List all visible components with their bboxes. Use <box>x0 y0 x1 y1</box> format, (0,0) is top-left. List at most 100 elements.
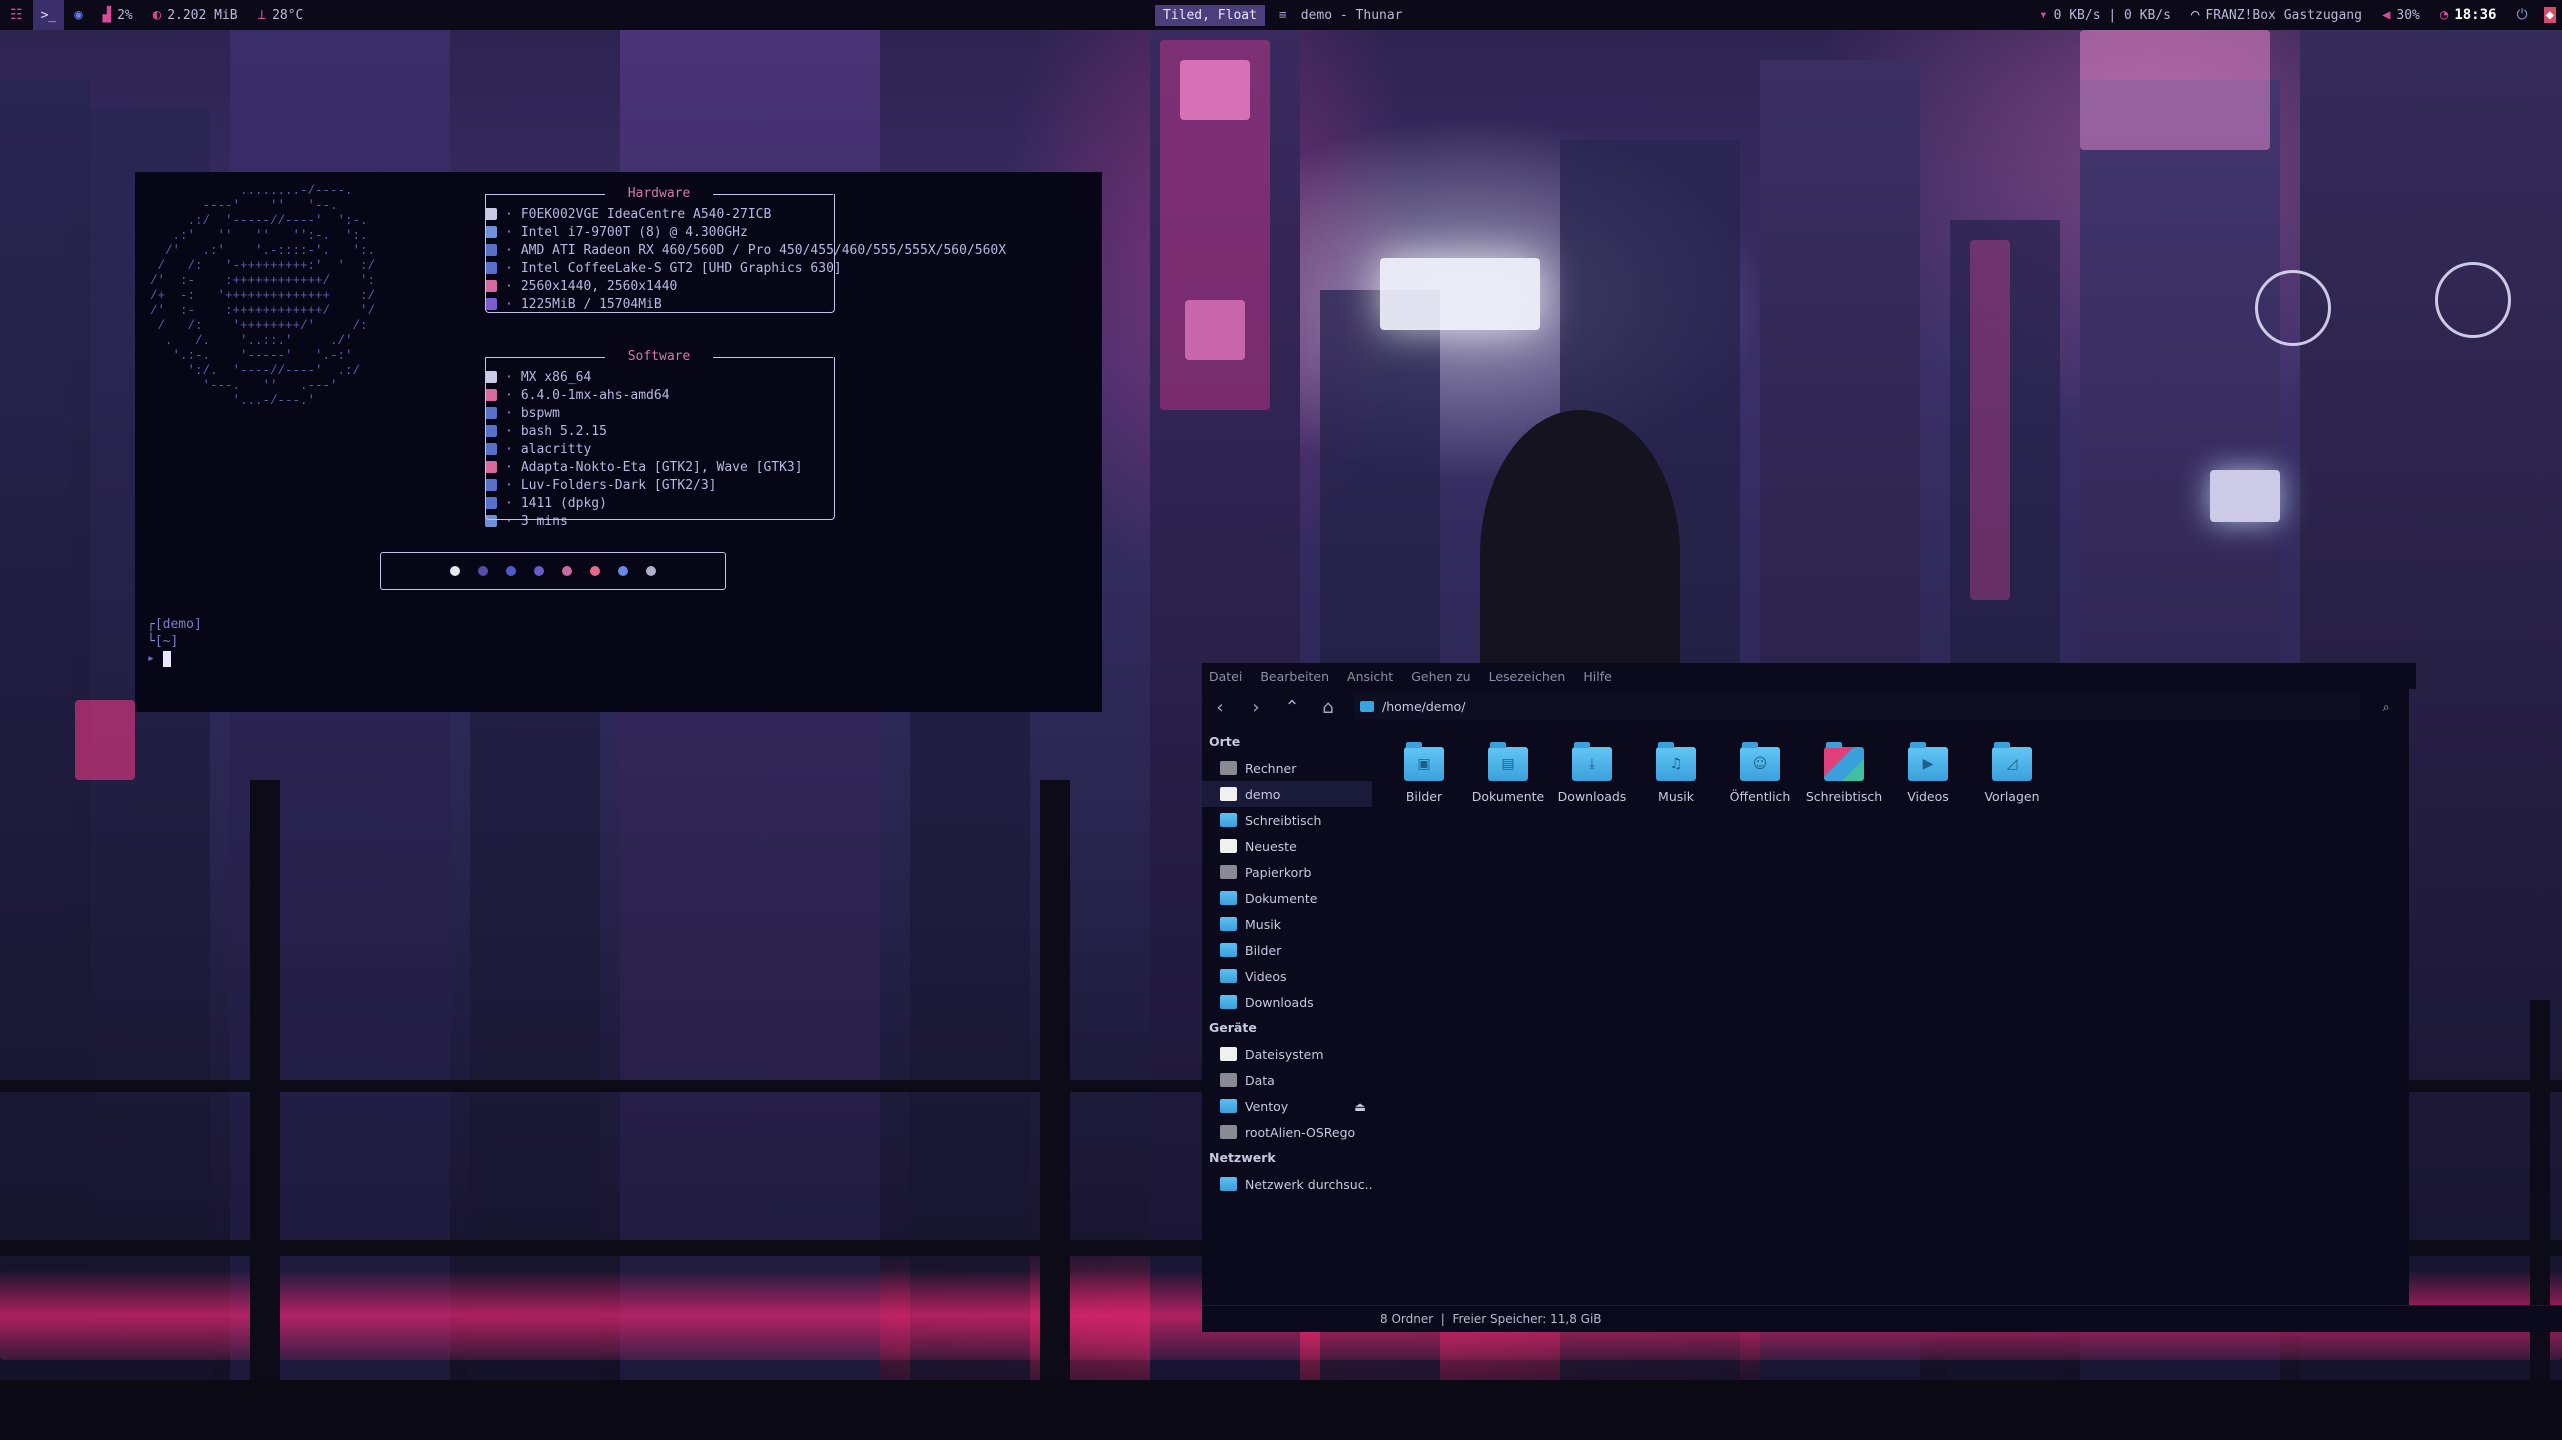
file-view[interactable]: ▣ Bilder ▤ Dokumente ⤓ Downloads ♫ Musik ☺ Öffent… <box>1372 729 2409 1314</box>
temperature-value: 28°C <box>272 7 304 23</box>
sidebar-item[interactable]: Dokumente <box>1202 885 1372 911</box>
prompt-directory: [demo] <box>154 617 202 632</box>
browser-icon[interactable]: ◉ <box>74 7 82 23</box>
folder-item[interactable]: ◿ Vorlagen <box>1970 739 2054 819</box>
folder-label: Öffentlich <box>1729 789 1791 804</box>
back-button[interactable]: ‹ <box>1202 689 1238 725</box>
terminal-window[interactable]: ........-/----. ----' '' '--. .:/ '-----… <box>135 172 1102 712</box>
folder-item[interactable]: ▶ Videos <box>1886 739 1970 819</box>
menu-item[interactable]: Gehen zu <box>1411 669 1470 684</box>
sidebar-item[interactable]: Data <box>1202 1067 1372 1093</box>
sidebar-item-label: Musik <box>1245 916 1281 932</box>
menu-item[interactable]: Lesezeichen <box>1489 669 1566 684</box>
network-speed-icon: ▾ <box>2039 7 2048 23</box>
app-indicator-icon[interactable]: ◆ <box>2543 7 2556 23</box>
up-button[interactable]: ⌃ <box>1274 689 1310 725</box>
toolbar: ‹ › ⌃ ⌂ /home/demo/ ⌕ <box>1202 689 2409 725</box>
sidebar-item-label: Videos <box>1245 968 1287 984</box>
shell-prompt[interactable]: ┌[demo] └[~] ▸ <box>147 616 202 667</box>
browser-launcher[interactable]: ◉ <box>64 0 92 30</box>
memory-usage: 2.202 MiB <box>167 7 238 23</box>
sidebar-item[interactable]: Musik <box>1202 911 1372 937</box>
sidebar-item[interactable]: Downloads <box>1202 989 1372 1015</box>
computer-icon <box>1220 761 1237 775</box>
location-bar[interactable]: /home/demo/ <box>1354 693 2360 719</box>
sidebar-item[interactable]: Netzwerk durchsuc... <box>1202 1171 1372 1197</box>
menu-launcher[interactable]: ☷ <box>0 0 33 30</box>
chevron-right-icon: › <box>1252 696 1260 718</box>
layout-mode-badge[interactable]: Tiled, Float <box>1155 4 1265 26</box>
cpu-chart-icon: ▟ <box>102 7 112 23</box>
folder-item[interactable]: ☺ Öffentlich <box>1718 739 1802 819</box>
home-button[interactable]: ⌂ <box>1310 689 1346 725</box>
folder-icon <box>1824 742 1864 781</box>
file-manager-window[interactable]: Datei Bearbeiten Ansicht Gehen zu Lesezeiche… <box>1202 663 2562 1332</box>
sidebar-item[interactable]: demo <box>1202 781 1372 807</box>
folder-item[interactable]: ▣ Bilder <box>1382 739 1466 819</box>
sidebar-item-label: Bilder <box>1245 942 1282 958</box>
grid-menu-icon[interactable]: ☷ <box>10 7 23 23</box>
folder-emblem-icon: ◿ <box>2006 756 2018 772</box>
sidebar-item[interactable]: Schreibtisch <box>1202 807 1372 833</box>
folder-icon: ☺ <box>1740 742 1780 781</box>
sidebar-item[interactable]: Dateisystem <box>1202 1041 1372 1067</box>
folder-label: Bilder <box>1405 789 1443 804</box>
wifi-icon: ◠ <box>2190 7 2200 23</box>
palette-swatch <box>478 566 488 576</box>
filesystem-icon <box>1220 1047 1237 1061</box>
folder-icon <box>1360 700 1374 712</box>
menu-item[interactable]: Datei <box>1209 669 1242 684</box>
power-icon[interactable]: ⏻ <box>2516 7 2527 23</box>
folder-item[interactable]: Schreibtisch <box>1802 739 1886 819</box>
search-icon: ⌕ <box>2382 699 2390 714</box>
palette-swatch <box>562 566 572 576</box>
sidebar-item-label: Dateisystem <box>1245 1046 1324 1062</box>
chevron-left-icon: ‹ <box>1216 696 1224 718</box>
sidebar-item[interactable]: Papierkorb <box>1202 859 1372 885</box>
sidebar-item-label: Schreibtisch <box>1245 812 1322 828</box>
palette-swatch <box>450 566 460 576</box>
sidebar-item-label: Data <box>1245 1072 1275 1088</box>
sidebar-item-label: Rechner <box>1245 760 1297 776</box>
volume-widget[interactable]: ◀ 30% <box>2372 0 2430 30</box>
clock-widget[interactable]: ◔ 18:36 <box>2430 0 2507 30</box>
usb-drive-icon <box>1220 1099 1237 1113</box>
palette-swatch <box>618 566 628 576</box>
thermometer-icon: ⊥ <box>257 7 267 23</box>
volume-level: 30% <box>2396 7 2420 23</box>
clock-time: 18:36 <box>2454 7 2497 23</box>
sidebar-heading-devices: Geräte <box>1209 1020 1257 1035</box>
wifi-widget[interactable]: ◠ FRANZ!Box Gastzugang <box>2181 0 2372 30</box>
folder-item[interactable]: ▤ Dokumente <box>1466 739 1550 819</box>
menu-item[interactable]: Hilfe <box>1583 669 1611 684</box>
sidebar-item-label: Dokumente <box>1245 890 1318 906</box>
terminal-icon[interactable]: >_ <box>41 8 57 23</box>
folder-label: Videos <box>1907 789 1949 804</box>
folder-emblem-icon: ⤓ <box>1588 756 1596 772</box>
menu-item[interactable]: Ansicht <box>1347 669 1393 684</box>
folder-item[interactable]: ⤓ Downloads <box>1550 739 1634 819</box>
search-button[interactable]: ⌕ <box>2369 689 2403 725</box>
power-button[interactable]: ⏻ <box>2506 0 2537 30</box>
sidebar-item[interactable]: Bilder <box>1202 937 1372 963</box>
location-path[interactable]: /home/demo/ <box>1382 699 1466 714</box>
software-box <box>485 357 835 520</box>
folder-icon <box>1220 969 1237 983</box>
folder-item[interactable]: ♫ Musik <box>1634 739 1718 819</box>
sidebar-item[interactable]: rootAlien-OSRego <box>1202 1119 1372 1145</box>
status-bar: 8 Ordner | Freier Speicher: 11,8 GiB <box>1202 1305 2562 1332</box>
sidebar-item[interactable]: Neueste <box>1202 833 1372 859</box>
apps-indicator[interactable]: ◆ <box>2538 0 2562 30</box>
recent-icon <box>1220 839 1237 853</box>
distro-ascii-logo: ........-/----. ----' '' '--. .:/ '-----… <box>150 184 376 408</box>
folder-icon: ⤓ <box>1572 742 1612 781</box>
sidebar-item[interactable]: Rechner <box>1202 755 1372 781</box>
forward-button[interactable]: › <box>1238 689 1274 725</box>
memory-icon: ◐ <box>152 7 162 23</box>
eject-icon[interactable]: ⏏ <box>1354 1099 1366 1114</box>
sidebar-item[interactable]: Videos <box>1202 963 1372 989</box>
menu-item[interactable]: Bearbeiten <box>1260 669 1329 684</box>
sidebar-item[interactable]: Ventoy ⏏ <box>1202 1093 1372 1119</box>
terminal-launcher[interactable]: >_ <box>32 0 65 30</box>
folder-emblem-icon: ▤ <box>1501 756 1515 772</box>
